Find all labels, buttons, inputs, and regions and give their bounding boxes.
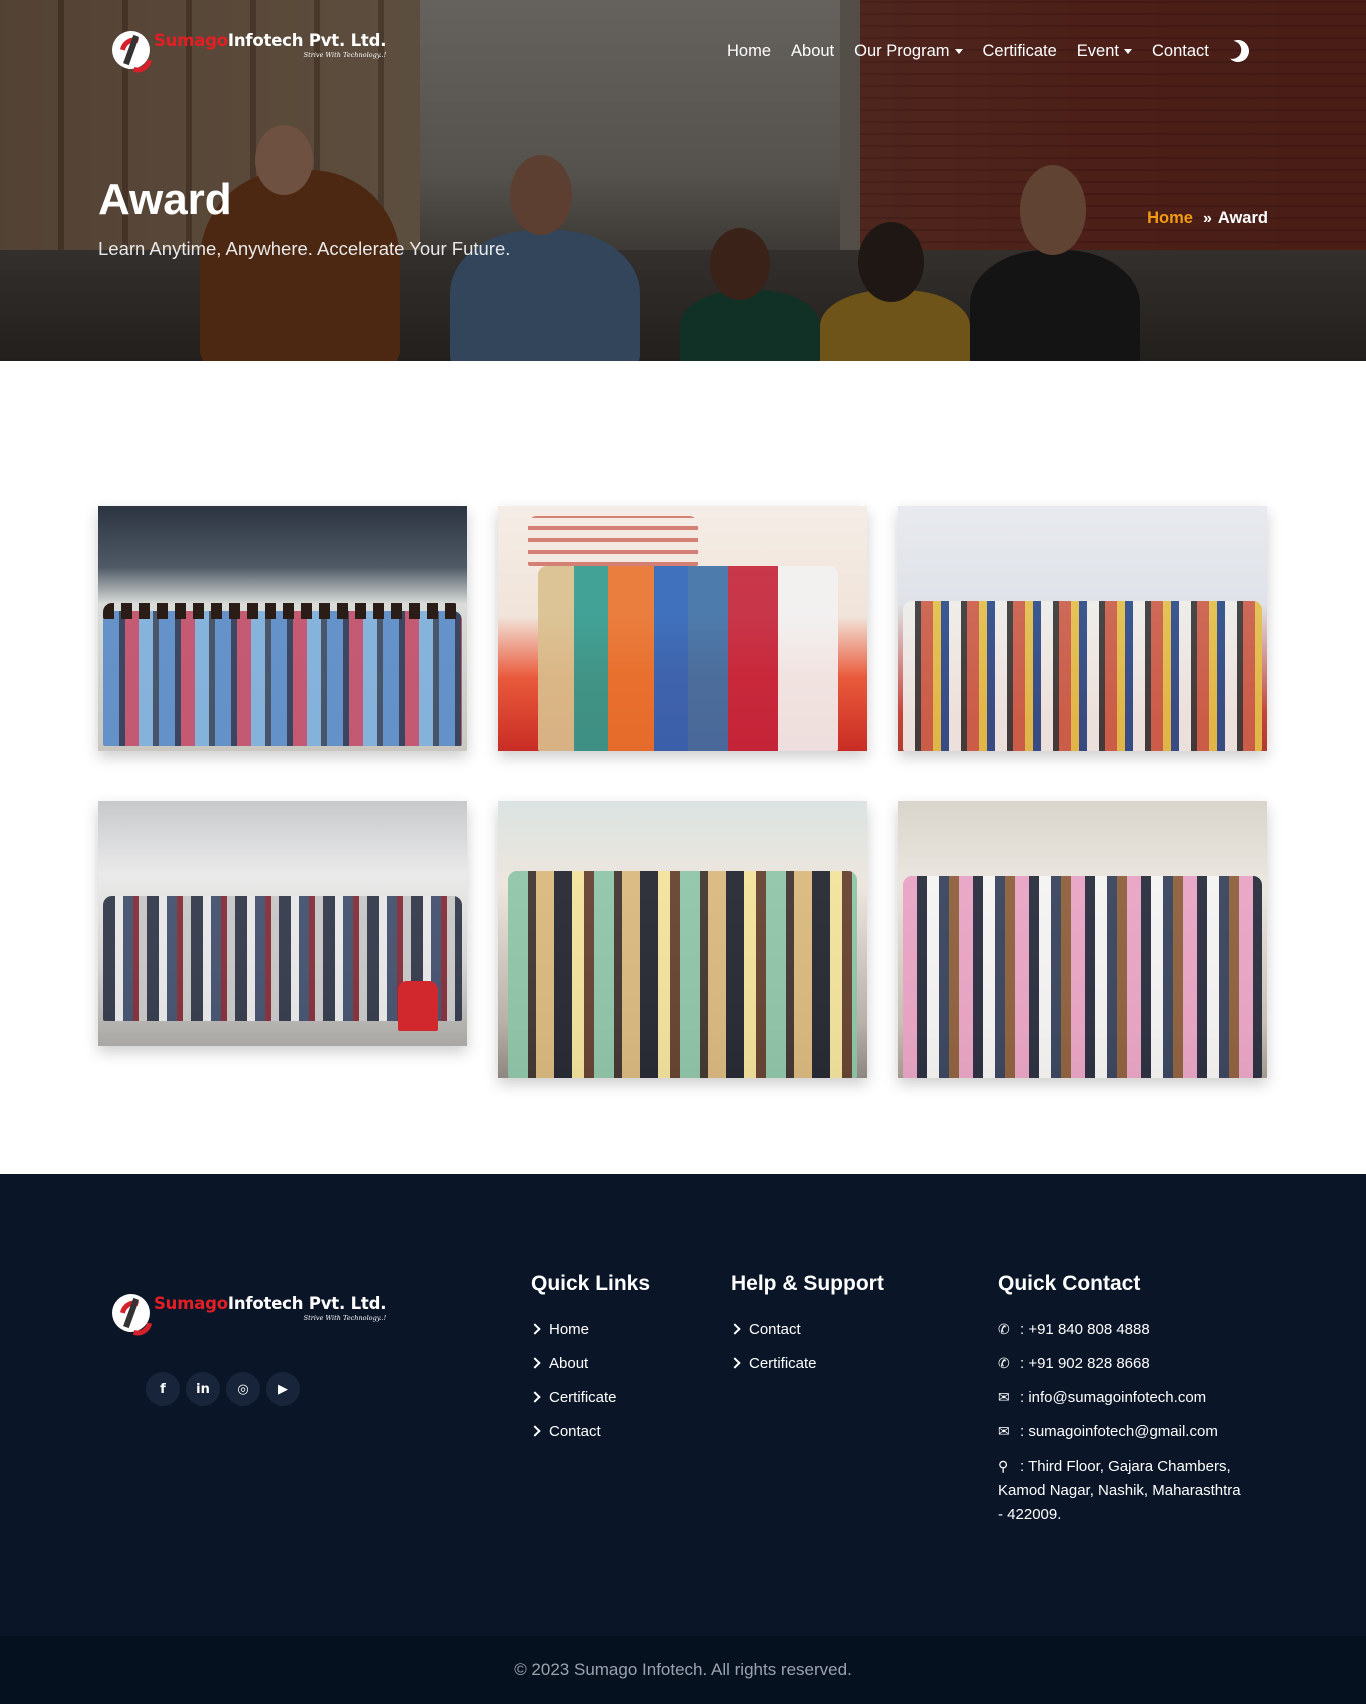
contact-email-text: : sumagoinfotech@gmail.com	[1020, 1422, 1218, 1440]
double-chevron-right-icon: »	[1202, 209, 1212, 227]
nav-item-certificate[interactable]: Certificate	[983, 42, 1057, 61]
footer-help-support: Help & Support Contact Certificate	[729, 1272, 884, 1380]
footer-link-label: Contact	[549, 1422, 601, 1440]
chevron-right-icon	[729, 1323, 741, 1335]
brand-logo-mark-icon	[112, 31, 150, 69]
chevron-right-icon	[529, 1323, 541, 1335]
map-pin-icon: ⚲	[998, 1458, 1009, 1474]
contact-phone-2[interactable]: ✆ : +91 902 828 8668	[998, 1346, 1248, 1380]
copyright-bar: © 2023 Sumago Infotech. All rights reser…	[0, 1636, 1366, 1704]
gallery-photo[interactable]	[498, 506, 867, 751]
youtube-icon[interactable]: ▶	[266, 1372, 300, 1406]
photo-group-figures	[103, 611, 462, 746]
footer-link-certificate[interactable]: Certificate	[529, 1380, 650, 1414]
footer-link-contact[interactable]: Contact	[529, 1414, 650, 1448]
photo-chair	[398, 981, 438, 1031]
hero-banner: SumagoInfotech Pvt. Ltd. Strive With Tec…	[0, 0, 1366, 361]
brand-name-white: Infotech Pvt. Ltd.	[227, 31, 387, 50]
caret-down-icon	[1123, 48, 1132, 54]
footer-link-label: Certificate	[749, 1354, 817, 1372]
photo-group-figures	[903, 601, 1262, 751]
page-title: Award	[98, 175, 232, 224]
chevron-right-icon	[529, 1357, 541, 1369]
footer-heading: Quick Contact	[998, 1272, 1141, 1295]
copyright-text: © 2023 Sumago Infotech. All rights reser…	[514, 1660, 852, 1679]
brand-tagline: Strive With Technology..!	[303, 51, 387, 59]
brand-name-red: Sumago	[154, 31, 228, 50]
social-links: f in ◎ ▶	[146, 1372, 300, 1406]
footer-link-contact[interactable]: Contact	[729, 1312, 884, 1346]
contact-email-1[interactable]: ✉ : info@sumagoinfotech.com	[998, 1380, 1248, 1414]
brand-tagline: Strive With Technology..!	[303, 1314, 387, 1322]
top-navbar: SumagoInfotech Pvt. Ltd. Strive With Tec…	[0, 0, 1366, 104]
chevron-right-icon	[529, 1391, 541, 1403]
nav-item-contact[interactable]: Contact	[1152, 42, 1209, 61]
nav-item-label: Our Program	[854, 41, 950, 60]
footer-quick-links: Quick Links Home About Certificate Conta…	[529, 1272, 651, 1448]
photo-group-heads	[103, 603, 462, 619]
footer-link-label: Certificate	[549, 1388, 617, 1406]
footer-link-label: Contact	[749, 1320, 801, 1338]
gallery-photo[interactable]	[898, 801, 1267, 1078]
chevron-right-icon	[529, 1425, 541, 1437]
nav-item-label: Home	[727, 41, 772, 60]
envelope-icon: ✉	[998, 1422, 1010, 1439]
contact-phone-1[interactable]: ✆ : +91 840 808 4888	[998, 1312, 1248, 1346]
nav-item-about[interactable]: About	[791, 42, 834, 61]
nav-item-label: About	[791, 41, 835, 60]
photo-figures	[538, 566, 838, 751]
footer-heading: Help & Support	[731, 1272, 884, 1295]
breadcrumb-current: Award	[1217, 209, 1268, 227]
footer-link-about[interactable]: About	[529, 1346, 650, 1380]
brand-logo-mark-icon	[112, 1294, 150, 1332]
footer-quick-contact: Quick Contact ✆ : +91 840 808 4888 ✆ : +91…	[998, 1272, 1248, 1527]
page-subtitle: Learn Anytime, Anywhere. Accelerate Your…	[98, 238, 511, 259]
instagram-icon[interactable]: ◎	[226, 1372, 260, 1406]
nav-item-our-program[interactable]: Our Program	[854, 41, 963, 61]
gallery-photo[interactable]	[498, 801, 867, 1078]
photo-group-figures	[508, 871, 857, 1078]
main-menu: Home About Our Program Certificate Event…	[727, 40, 1249, 62]
phone-icon: ✆	[998, 1354, 1010, 1371]
gallery-photo[interactable]	[98, 506, 467, 751]
contact-address-text: : Third Floor, Gajara Chambers, Kamod Na…	[998, 1458, 1241, 1523]
nav-item-event[interactable]: Event	[1077, 42, 1132, 61]
caret-down-icon	[954, 48, 963, 54]
footer-brand-text: SumagoInfotech Pvt. Ltd.	[154, 1294, 386, 1314]
footer-brand-logo[interactable]: SumagoInfotech Pvt. Ltd. Strive With Tec…	[112, 1294, 386, 1332]
envelope-icon: ✉	[998, 1388, 1010, 1405]
breadcrumb: Home » Award	[1147, 209, 1268, 228]
brand-name-white: Infotech Pvt. Ltd.	[227, 1294, 387, 1313]
nav-item-label: Certificate	[982, 41, 1057, 60]
contact-email-2[interactable]: ✉ : sumagoinfotech@gmail.com	[998, 1414, 1248, 1448]
brand-name-red: Sumago	[154, 1294, 228, 1313]
nav-item-label: Event	[1076, 41, 1119, 60]
photo-banner-text	[528, 516, 698, 566]
moon-icon[interactable]	[1224, 37, 1252, 65]
breadcrumb-home-link[interactable]: Home	[1147, 209, 1193, 228]
site-footer: SumagoInfotech Pvt. Ltd. Strive With Tec…	[0, 1174, 1366, 1636]
contact-phone-text: : +91 840 808 4888	[1020, 1320, 1150, 1338]
chevron-right-icon	[729, 1357, 741, 1369]
footer-link-certificate[interactable]: Certificate	[729, 1346, 884, 1380]
facebook-icon[interactable]: f	[146, 1372, 180, 1406]
footer-link-label: Home	[549, 1320, 590, 1338]
nav-item-label: Contact	[1151, 41, 1209, 60]
brand-logo-text: SumagoInfotech Pvt. Ltd.	[154, 31, 386, 51]
contact-email-text: : info@sumagoinfotech.com	[1020, 1388, 1207, 1406]
gallery-photo[interactable]	[98, 801, 467, 1046]
contact-address: ⚲: Third Floor, Gajara Chambers, Kamod N…	[998, 1454, 1248, 1527]
linkedin-icon[interactable]: in	[186, 1372, 220, 1406]
gallery-photo[interactable]	[898, 506, 1267, 751]
brand-logo[interactable]: SumagoInfotech Pvt. Ltd. Strive With Tec…	[112, 31, 386, 69]
footer-link-label: About	[549, 1354, 589, 1372]
footer-link-home[interactable]: Home	[529, 1312, 650, 1346]
footer-heading: Quick Links	[531, 1272, 651, 1295]
contact-phone-text: : +91 902 828 8668	[1020, 1354, 1150, 1372]
phone-icon: ✆	[998, 1320, 1010, 1337]
nav-item-home[interactable]: Home	[727, 42, 771, 61]
photo-group-figures	[903, 876, 1262, 1078]
